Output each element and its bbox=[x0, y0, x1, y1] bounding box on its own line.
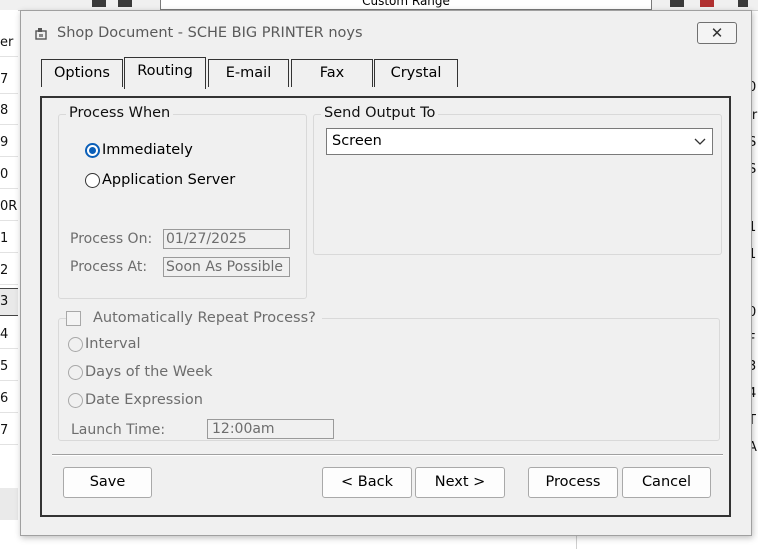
grid-cell[interactable]: 1 bbox=[0, 226, 18, 253]
radio-button-checked[interactable] bbox=[85, 142, 100, 158]
radio-button[interactable] bbox=[68, 392, 83, 408]
grid-cell[interactable]: 0R bbox=[0, 194, 18, 221]
dialog-titlebar[interactable]: Shop Document - SCHE BIG PRINTER noys ✕ bbox=[21, 11, 751, 57]
send-output-legend: Send Output To bbox=[321, 105, 439, 121]
grid-cell[interactable]: 2 bbox=[0, 258, 18, 285]
grid-cell[interactable]: 5 bbox=[0, 354, 18, 381]
cancel-button[interactable]: Cancel bbox=[622, 467, 711, 498]
save-button[interactable]: Save bbox=[63, 467, 152, 498]
radio-label: Immediately bbox=[102, 142, 193, 158]
background-grid-left: er 7 8 9 0 0R 1 2 3 4 5 6 7 bbox=[0, 10, 18, 549]
radio-interval[interactable]: Interval bbox=[68, 336, 141, 352]
process-button[interactable]: Process bbox=[528, 467, 618, 498]
tab-email[interactable]: E-mail bbox=[208, 59, 289, 87]
radio-button[interactable] bbox=[68, 364, 83, 380]
output-select[interactable]: Screen bbox=[326, 128, 713, 155]
grid-cell[interactable]: 0 bbox=[0, 162, 18, 189]
toolbar-printer-icon[interactable] bbox=[670, 0, 684, 7]
dialog-title: Shop Document - SCHE BIG PRINTER noys bbox=[57, 25, 363, 41]
next-button[interactable]: Next > bbox=[415, 467, 505, 498]
toolbar-settings-icon[interactable] bbox=[738, 0, 748, 7]
radio-label: Application Server bbox=[102, 172, 236, 188]
radio-button[interactable] bbox=[85, 172, 100, 188]
grid-cell[interactable]: 9 bbox=[0, 130, 18, 157]
repeat-checkbox-label: Automatically Repeat Process? bbox=[93, 310, 316, 326]
process-on-label: Process On: bbox=[70, 231, 153, 247]
tab-options[interactable]: Options bbox=[41, 59, 123, 87]
grid-cell[interactable]: 7 bbox=[0, 418, 18, 445]
close-button[interactable]: ✕ bbox=[697, 22, 737, 44]
grid-cell-selected[interactable]: 3 bbox=[0, 288, 18, 316]
grid-cell[interactable]: er bbox=[0, 30, 18, 57]
app-icon bbox=[35, 28, 47, 40]
toolbar-pdf-icon[interactable] bbox=[700, 0, 714, 7]
process-at-field[interactable]: Soon As Possible bbox=[163, 257, 290, 277]
grid-cell[interactable]: 4 bbox=[0, 322, 18, 349]
radio-label: Date Expression bbox=[85, 392, 203, 408]
radio-immediately[interactable]: Immediately bbox=[85, 142, 193, 158]
close-icon: ✕ bbox=[710, 24, 724, 42]
process-at-label: Process At: bbox=[70, 259, 148, 275]
process-when-legend: Process When bbox=[66, 105, 174, 121]
launch-time-field[interactable]: 12:00am bbox=[207, 419, 334, 439]
button-separator bbox=[52, 454, 723, 456]
chevron-down-icon[interactable] bbox=[694, 129, 706, 163]
checkbox[interactable] bbox=[66, 310, 81, 326]
process-on-field[interactable]: 01/27/2025 bbox=[163, 229, 290, 249]
range-field[interactable]: Custom Range bbox=[160, 0, 652, 10]
radio-label: Days of the Week bbox=[85, 364, 213, 380]
tab-crystal[interactable]: Crystal bbox=[374, 59, 458, 87]
radio-button[interactable] bbox=[68, 336, 83, 352]
radio-label: Interval bbox=[85, 336, 141, 352]
output-select-value: Screen bbox=[332, 133, 382, 149]
grid-cell[interactable]: 6 bbox=[0, 386, 18, 413]
toolbar-icon[interactable] bbox=[118, 0, 132, 7]
radio-date-expression[interactable]: Date Expression bbox=[68, 392, 203, 408]
grid-footer bbox=[0, 488, 18, 520]
launch-time-label: Launch Time: bbox=[71, 422, 166, 438]
back-button[interactable]: < Back bbox=[322, 467, 412, 498]
grid-cell[interactable]: 7 bbox=[0, 67, 18, 94]
tab-fax[interactable]: Fax bbox=[291, 59, 373, 87]
radio-days-of-week[interactable]: Days of the Week bbox=[68, 364, 213, 380]
radio-application-server[interactable]: Application Server bbox=[85, 172, 235, 188]
repeat-checkbox[interactable]: Automatically Repeat Process? bbox=[66, 310, 322, 326]
grid-cell[interactable]: 8 bbox=[0, 98, 18, 125]
tab-routing[interactable]: Routing bbox=[124, 57, 206, 89]
toolbar-save-icon[interactable] bbox=[92, 0, 106, 7]
